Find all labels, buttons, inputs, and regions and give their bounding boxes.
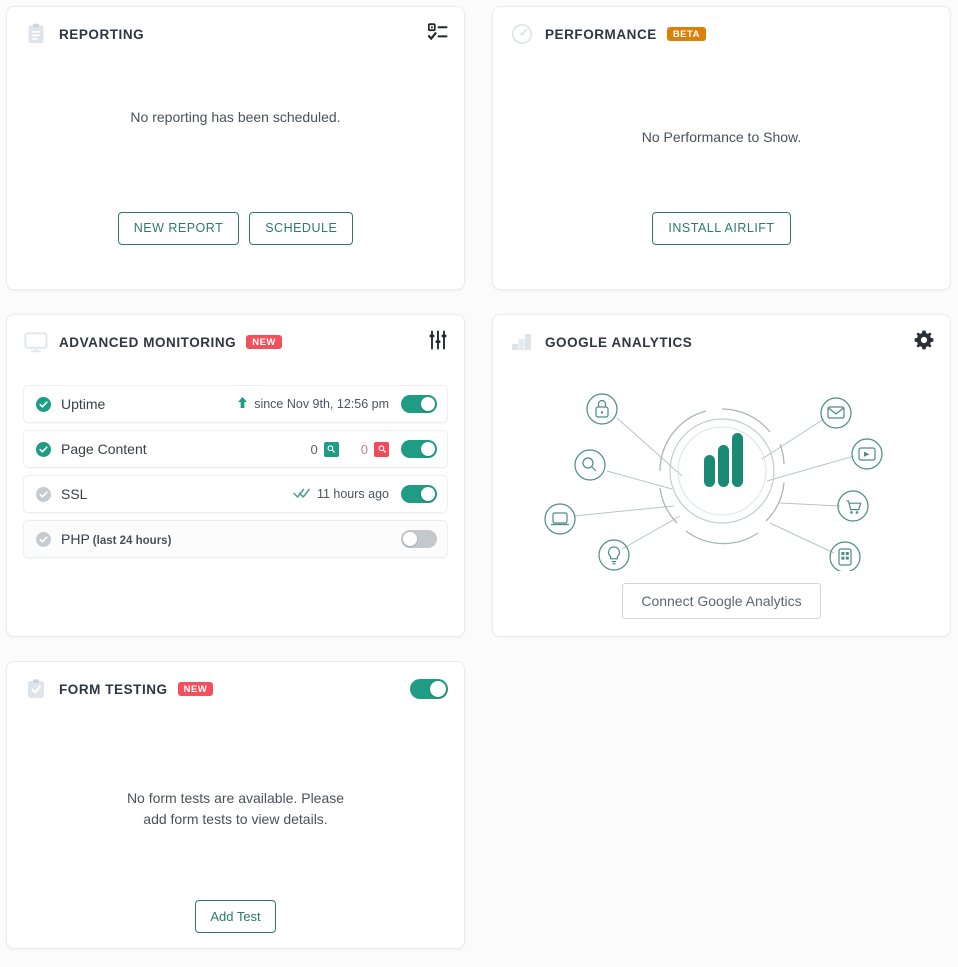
monitoring-row-meta: 11 hours ago [293,487,401,502]
form-testing-empty-line-1: No form tests are available. Please [126,790,345,806]
form-testing-card-body: No form tests are available. Please add … [7,712,464,967]
reporting-card-title: REPORTING [59,26,145,42]
connect-google-analytics-button[interactable]: Connect Google Analytics [622,583,821,619]
performance-card: PERFORMANCE BETA No Performance to Show.… [492,6,951,290]
status-ok-icon [36,441,51,457]
monitoring-row-meta: 0 0 [310,441,401,457]
monitoring-row-label: SSL [61,486,88,502]
google-analytics-card-body: Connect Google Analytics [493,365,950,641]
google-analytics-card-header: GOOGLE ANALYTICS [493,315,950,365]
new-report-button[interactable]: NEW REPORT [117,212,240,245]
monitoring-row-ssl[interactable]: SSL 11 hours ago [23,475,448,513]
reporting-actions: NEW REPORT SCHEDULE [23,212,448,245]
doc-search-icon [323,441,339,457]
reporting-empty-message: No reporting has been scheduled. [130,109,341,125]
google-analytics-card-title: GOOGLE ANALYTICS [545,334,693,350]
new-badge: NEW [177,681,214,697]
monitoring-row-label: Page Content [61,441,147,457]
gauge-icon [509,21,535,47]
performance-actions: INSTALL AIRLIFT [509,212,934,245]
card-grid: REPORTING No reporting has been schedule… [6,6,952,949]
advanced-monitoring-card: ADVANCED MONITORING NEW Uptime since Nov… [6,314,465,637]
install-airlift-button[interactable]: INSTALL AIRLIFT [652,212,791,245]
monitoring-row-meta-text: 11 hours ago [316,487,389,501]
analytics-network-illustration [509,371,934,571]
schedule-button[interactable]: SCHEDULE [249,212,354,245]
advanced-monitoring-card-header: ADVANCED MONITORING NEW [7,315,464,365]
monitoring-row-toggle-uptime[interactable] [401,395,437,413]
double-check-icon [293,487,311,502]
advanced-monitoring-card-title: ADVANCED MONITORING [59,334,237,350]
task-list-icon[interactable] [427,22,448,46]
advanced-monitoring-card-body: Uptime since Nov 9th, 12:56 pm Page Cont… [7,365,464,602]
form-testing-actions: Add Test [23,900,448,933]
monitoring-row-label: PHP (last 24 hours) [61,531,171,547]
monitoring-row-label-main: PHP [61,531,90,547]
reporting-card: REPORTING No reporting has been schedule… [6,6,465,290]
reporting-card-header: REPORTING [7,7,464,57]
performance-card-title: PERFORMANCE [545,26,657,42]
add-test-button[interactable]: Add Test [195,900,276,933]
google-analytics-card: GOOGLE ANALYTICS Connect Google Analytic… [492,314,951,637]
reporting-card-header-actions [427,22,448,46]
status-ok-icon [36,396,51,412]
monitoring-row-toggle-php[interactable] [401,530,437,548]
google-analytics-actions: Connect Google Analytics [509,583,934,619]
clipboard-check-icon [23,676,49,702]
page-content-count-negative: 0 [360,441,389,457]
bar-steps-icon [509,329,535,355]
beta-badge: BETA [666,26,706,42]
performance-card-body: No Performance to Show. INSTALL AIRLIFT [493,57,950,263]
monitoring-row-label-sub: (last 24 hours) [92,535,172,547]
performance-card-header: PERFORMANCE BETA [493,7,950,57]
monitoring-row-meta-text: since Nov 9th, 12:56 pm [254,397,389,411]
form-testing-empty-line-2: add form tests to view details. [143,811,328,827]
clipboard-icon [23,21,49,47]
advanced-monitoring-header-actions [428,330,448,355]
reporting-card-body: No reporting has been scheduled. NEW REP… [7,57,464,263]
sliders-icon[interactable] [428,330,448,355]
count-value: 0 [310,441,318,457]
monitoring-row-toggle-ssl[interactable] [401,485,437,503]
monitoring-row-php[interactable]: PHP (last 24 hours) [23,520,448,558]
arrow-up-icon [237,396,248,412]
form-testing-card-title: FORM TESTING [59,681,168,697]
monitoring-row-uptime[interactable]: Uptime since Nov 9th, 12:56 pm [23,385,448,423]
count-value: 0 [360,441,368,457]
monitoring-row-meta: since Nov 9th, 12:56 pm [237,396,401,412]
google-analytics-header-actions [914,330,934,355]
doc-search-icon [374,441,389,457]
form-testing-empty-message: No form tests are available. Please add … [23,788,448,830]
form-testing-card-header: FORM TESTING NEW [7,662,464,712]
monitoring-row-label: Uptime [61,396,106,412]
page-content-count-positive: 0 [310,441,339,457]
monitoring-row-toggle-page-content[interactable] [401,440,437,458]
page-content-counts: 0 0 [310,441,389,457]
gear-icon[interactable] [914,330,934,355]
form-testing-toggle[interactable] [410,679,448,699]
performance-empty-message: No Performance to Show. [641,129,802,145]
status-idle-icon [36,486,51,502]
monitoring-list: Uptime since Nov 9th, 12:56 pm Page Cont… [23,385,448,558]
dashboard-page: REPORTING No reporting has been schedule… [0,0,958,964]
form-testing-header-actions [410,679,448,699]
form-testing-card: FORM TESTING NEW No form tests are avail… [6,661,465,949]
monitor-icon [23,329,49,355]
monitoring-row-page-content[interactable]: Page Content 0 0 [23,430,448,468]
status-idle-icon [36,531,51,547]
new-badge: NEW [246,334,282,350]
